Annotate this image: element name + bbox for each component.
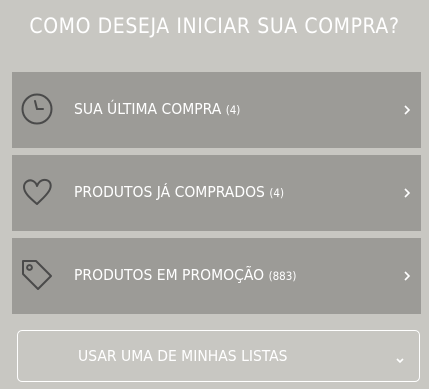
promotion-products-label: PRODUTOS EM PROMOÇÃO (883) (74, 266, 296, 284)
page-title: COMO DESEJA INICIAR SUA COMPRA? (29, 14, 400, 38)
chevron-down-icon (395, 350, 405, 364)
purchased-products-label: PRODUTOS JÁ COMPRADOS (4) (74, 183, 284, 201)
promotion-products-text: PRODUTOS EM PROMOÇÃO (74, 266, 265, 284)
purchased-products-count: (4) (269, 186, 285, 200)
last-purchase-option[interactable]: SUA ÚLTIMA COMPRA (4) (12, 72, 421, 148)
promotion-products-count: (883) (268, 269, 297, 283)
purchased-products-option[interactable]: PRODUTOS JÁ COMPRADOS (4) (12, 155, 421, 231)
chevron-right-icon (403, 267, 411, 281)
my-lists-dropdown[interactable]: USAR UMA DE MINHAS LISTAS (17, 330, 420, 382)
my-lists-label: USAR UMA DE MINHAS LISTAS (78, 347, 288, 365)
price-tag-icon (20, 258, 54, 292)
clock-icon (20, 92, 54, 126)
last-purchase-count: (4) (225, 103, 241, 117)
heart-icon (20, 175, 54, 209)
last-purchase-text: SUA ÚLTIMA COMPRA (74, 100, 222, 118)
last-purchase-label: SUA ÚLTIMA COMPRA (4) (74, 100, 240, 118)
chevron-right-icon (403, 184, 411, 198)
purchased-products-text: PRODUTOS JÁ COMPRADOS (74, 183, 265, 201)
chevron-right-icon (403, 101, 411, 115)
promotion-products-option[interactable]: PRODUTOS EM PROMOÇÃO (883) (12, 238, 421, 314)
